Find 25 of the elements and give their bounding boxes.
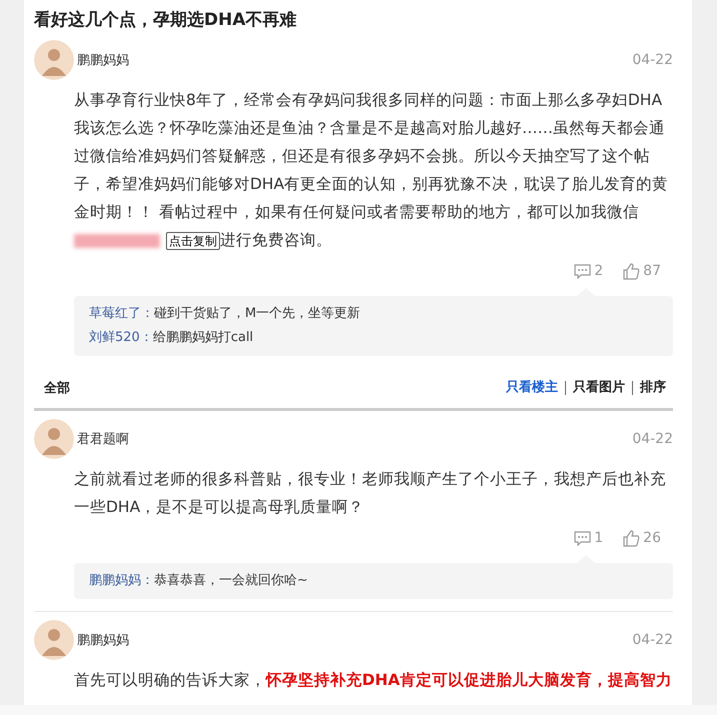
- author-name[interactable]: 鹏鹏妈妈: [77, 631, 632, 649]
- thumbs-up-icon: [623, 262, 640, 280]
- filter-tab[interactable]: 只看楼主: [499, 381, 565, 395]
- reply-text: 草莓红了：碰到干货贴了，M一个先，坐等更新: [89, 305, 362, 323]
- copy-button[interactable]: 点击复制: [166, 232, 220, 250]
- comment-icon: [574, 264, 592, 278]
- all-label[interactable]: 全部: [44, 379, 499, 397]
- comment-icon: [574, 530, 592, 546]
- post-text: 从事孕育行业快8年了，经常会有孕妈问我很多同样的问题：市面上那么多孕妇DHA我该怎么选？怀孕吃藻油还是鱼油？含量是不是越高对胎儿越好……虽然每天都会通过微信给准妈妈们答疑解惑，但还是有很多孕妈不会挑。所以今天抽空写了这个帖子，希望准妈妈们能够对DHA有更全面的认知，别再犹豫不决，耽误了胎儿发育的黄金时期！！ 看帖过程中，如果有任何疑问或者需要帮助的地方，都可以加我微信 点击复制 进行免费咨询。: [74, 90, 670, 252]
- post-title: 看好这几个点，孕期选DHA不再难: [34, 9, 298, 32]
- post-text: 首先可以明确的告诉大家，怀孕坚持补充DHA肯定可以促进胎儿大脑发育，提高智力: [74, 670, 673, 691]
- thumbs-up-icon: [623, 530, 640, 546]
- post-date: 04-22: [632, 632, 673, 648]
- post-date: 04-22: [632, 52, 673, 68]
- avatar-icon: [34, 419, 74, 459]
- reply-text: 鹏鹏妈妈：恭喜恭喜，一会就回你哈~: [89, 572, 309, 590]
- post-date: 04-22: [632, 431, 673, 447]
- reply-text: 刘鲜520：给鹏鹏妈妈打call: [89, 329, 254, 347]
- avatar-icon: [34, 40, 74, 80]
- author-name[interactable]: 君君题啊: [77, 430, 632, 448]
- author-name[interactable]: 鹏鹏妈妈: [77, 51, 632, 69]
- avatar-icon: [34, 620, 74, 660]
- filter-tab[interactable]: 排序: [632, 381, 673, 395]
- post-text: 之前就看过老师的很多科普贴，很专业！老师我顺产生了个小王子，我想产后也补充一些DHA，是不是可以提高母乳质量啊？: [74, 469, 667, 518]
- filter-tab[interactable]: 只看图片: [565, 381, 632, 395]
